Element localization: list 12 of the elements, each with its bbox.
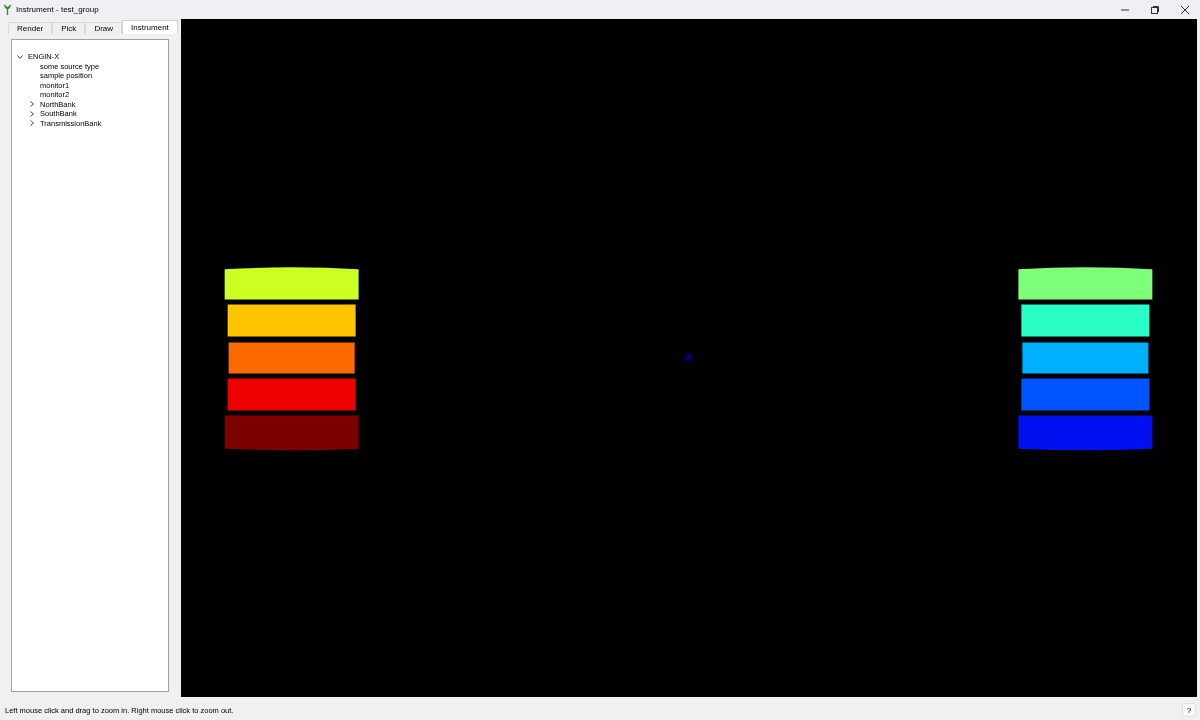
chevron-icon[interactable] [29,110,35,117]
help-button[interactable]: ? [1182,703,1196,717]
tab[interactable]: Draw [85,22,123,34]
chevron-icon[interactable] [17,53,23,60]
tab[interactable]: Instrument [122,20,178,34]
tab[interactable]: Pick [52,22,86,34]
window-title: Instrument - test_group [16,5,99,14]
sample-marker-icon [685,354,691,361]
chevron-icon[interactable] [29,101,35,108]
tab[interactable]: Render [8,22,53,34]
app-icon [3,4,12,15]
chevron-icon[interactable] [29,120,35,127]
